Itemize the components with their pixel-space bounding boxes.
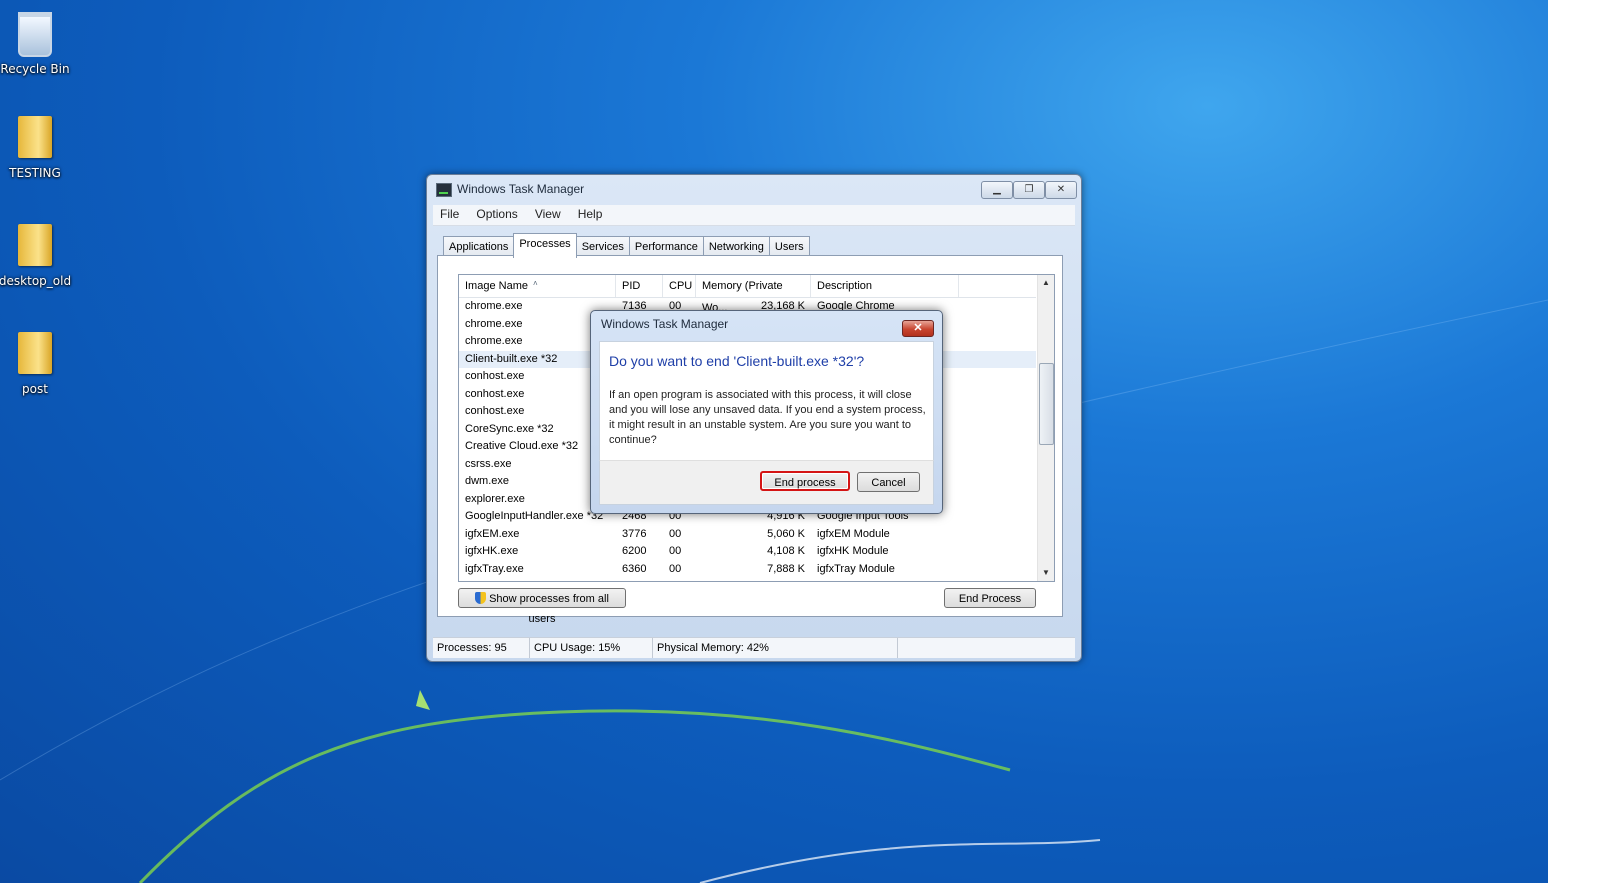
cell-image-name: igfxTray.exe: [465, 562, 524, 575]
end-process-dialog: Windows Task Manager ✕ Do you want to en…: [590, 310, 943, 514]
desktop-old-folder-shortcut[interactable]: desktop_old: [0, 224, 75, 288]
column-pid[interactable]: PID: [616, 275, 663, 297]
menu-help[interactable]: Help: [571, 205, 610, 221]
vertical-scrollbar[interactable]: ▲ ▼: [1037, 275, 1054, 581]
menu-file[interactable]: File: [433, 205, 466, 221]
dialog-footer: End process Cancel: [599, 460, 934, 505]
desktop-icon-label: Recycle Bin: [0, 62, 70, 76]
column-cpu[interactable]: CPU: [663, 275, 696, 297]
minimize-button[interactable]: ▁: [981, 181, 1013, 199]
column-label: Image Name: [465, 280, 528, 292]
column-image-name[interactable]: Image Name ˄: [459, 275, 616, 297]
scroll-down-icon[interactable]: ▼: [1038, 565, 1054, 581]
testing-folder-shortcut[interactable]: TESTING: [0, 116, 75, 180]
menu-options[interactable]: Options: [469, 205, 524, 221]
restore-button[interactable]: ❐: [1013, 181, 1045, 199]
uac-shield-icon: [475, 592, 487, 604]
cell-pid: 3776: [622, 527, 647, 540]
cancel-button[interactable]: Cancel: [857, 472, 920, 492]
dialog-heading: Do you want to end 'Client-built.exe *32…: [609, 353, 865, 369]
cell-cpu: 00: [669, 562, 682, 575]
cell-image-name: conhost.exe: [465, 387, 525, 400]
scrollbar-thumb[interactable]: [1039, 363, 1054, 445]
task-manager-icon: [436, 183, 452, 197]
cell-image-name: chrome.exe: [465, 335, 523, 347]
desktop-icon-label: desktop_old: [0, 274, 72, 288]
cell-image-name: chrome.exe: [465, 317, 523, 330]
post-folder-shortcut[interactable]: post: [0, 332, 75, 396]
tab-applications[interactable]: Applications: [443, 236, 515, 257]
dialog-close-icon[interactable]: ✕: [902, 320, 934, 337]
confirm-end-process-button[interactable]: End process: [760, 471, 850, 491]
cell-cpu: 00: [669, 527, 682, 540]
dialog-message: If an open program is associated with th…: [609, 389, 926, 446]
dialog-title: Windows Task Manager: [601, 317, 729, 331]
table-row[interactable]: igfxTray.exe 6360 00 7,888 K igfxTray Module: [459, 561, 1036, 579]
sort-ascending-icon: ˄: [533, 279, 538, 288]
scroll-up-icon[interactable]: ▲: [1038, 275, 1054, 291]
window-title: Windows Task Manager: [457, 182, 585, 196]
dialog-body: Do you want to end 'Client-built.exe *32…: [599, 341, 934, 461]
tab-services[interactable]: Services: [575, 236, 630, 257]
cell-memory: 4,108 K: [767, 545, 805, 557]
menu-view[interactable]: View: [528, 205, 568, 221]
folder-icon: [15, 116, 55, 162]
cell-image-name: Client-built.exe *32: [465, 352, 558, 365]
cell-image-name: dwm.exe: [465, 475, 510, 487]
screen-margin: [1548, 0, 1605, 883]
recycle-bin-icon: [15, 12, 55, 58]
title-bar[interactable]: Windows Task Manager ▁ ❐ ✕: [427, 175, 1081, 201]
column-description[interactable]: Description: [811, 275, 959, 297]
cell-pid: 6200: [622, 545, 647, 557]
cell-memory: 7,888 K: [767, 562, 805, 575]
recycle-bin-shortcut[interactable]: Recycle Bin: [0, 8, 75, 76]
column-memory[interactable]: Memory (Private Wo...: [696, 275, 811, 314]
tab-processes[interactable]: Processes: [513, 233, 577, 258]
menu-bar: File Options View Help: [433, 205, 1075, 226]
cell-image-name: chrome.exe: [465, 300, 523, 312]
cell-memory: 5,060 K: [767, 527, 805, 540]
tab-strip: Applications Processes Services Performa…: [443, 233, 810, 258]
cell-cpu: 00: [669, 545, 682, 557]
tab-networking[interactable]: Networking: [702, 236, 770, 257]
end-process-button[interactable]: End Process: [944, 588, 1036, 608]
desktop-icon-label: TESTING: [9, 166, 61, 180]
tab-users[interactable]: Users: [768, 236, 810, 257]
cell-image-name: csrss.exe: [465, 457, 512, 470]
cell-image-name: igfxHK.exe: [465, 545, 519, 557]
folder-icon: [15, 332, 55, 378]
show-all-processes-button[interactable]: Show processes from all users: [458, 588, 626, 625]
status-processes: Processes: 95: [433, 638, 530, 658]
cell-description: igfxTray Module: [817, 562, 895, 575]
cell-image-name: explorer.exe: [465, 492, 525, 505]
status-physical-memory: Physical Memory: 42%: [653, 638, 898, 658]
cell-description: igfxEM Module: [817, 527, 890, 540]
cell-image-name: CoreSync.exe *32: [465, 422, 554, 435]
cell-image-name: GoogleInputHandler.exe *32: [465, 510, 604, 522]
process-list-header: Image Name ˄ PID CPU Memory (Private Wo.…: [459, 275, 1036, 314]
table-row[interactable]: igfxHK.exe 6200 00 4,108 K igfxHK Module: [459, 543, 1036, 561]
status-cpu-usage: CPU Usage: 15%: [530, 638, 653, 658]
cell-description: igfxHK Module: [817, 545, 889, 557]
table-row[interactable]: igfxEM.exe 3776 00 5,060 K igfxEM Module: [459, 526, 1036, 544]
cell-image-name: Creative Cloud.exe *32: [465, 440, 579, 452]
cell-image-name: conhost.exe: [465, 405, 525, 417]
close-button[interactable]: ✕: [1045, 181, 1077, 199]
desktop-icon-label: post: [22, 382, 48, 396]
cell-pid: 6360: [622, 562, 647, 575]
status-bar: Processes: 95 CPU Usage: 15% Physical Me…: [433, 637, 1075, 658]
folder-icon: [15, 224, 55, 270]
tab-performance[interactable]: Performance: [628, 236, 704, 257]
button-label: Show processes from all users: [489, 593, 609, 625]
cell-image-name: igfxEM.exe: [465, 527, 520, 540]
cell-image-name: conhost.exe: [465, 370, 525, 382]
